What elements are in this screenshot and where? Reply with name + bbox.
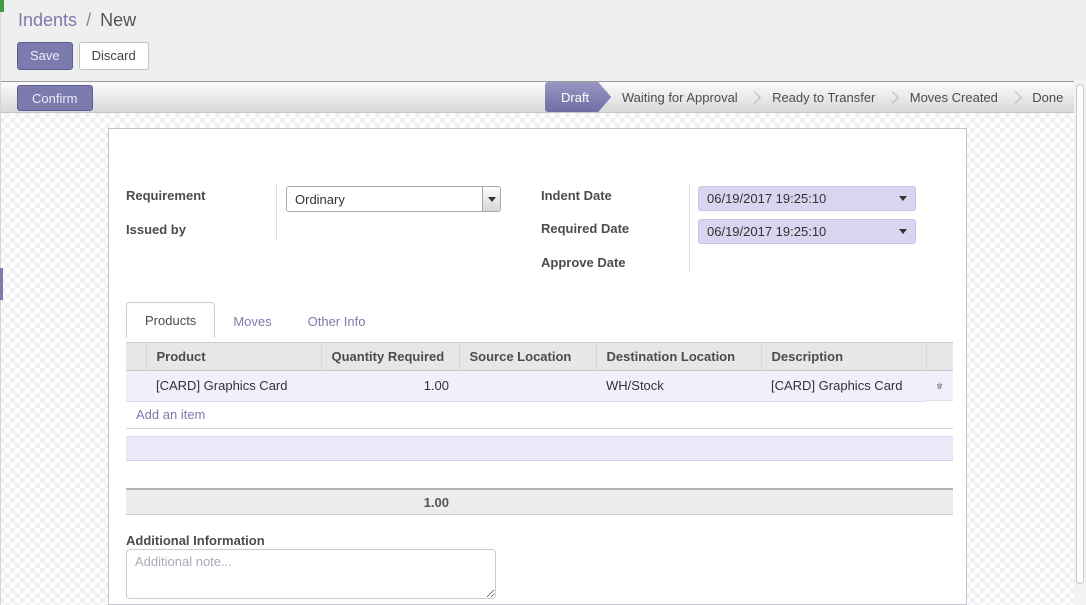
requirement-select[interactable]: Ordinary [286, 186, 501, 212]
row-description-cell[interactable]: [CARD] Graphics Card [761, 371, 926, 402]
row-quantity-cell[interactable]: 1.00 [321, 371, 459, 402]
row-handle-cell [126, 371, 146, 402]
required-date-label: Required Date [541, 221, 629, 236]
notebook-tabs: Products Moves Other Info [126, 302, 953, 338]
left-edge-purple-marker [0, 268, 3, 300]
status-step-draft: Draft [545, 82, 611, 112]
tab-products[interactable]: Products [126, 302, 215, 338]
breadcrumb-indents-link[interactable]: Indents [18, 10, 77, 30]
discard-button[interactable]: Discard [79, 42, 149, 70]
action-bar: Confirm Draft Waiting for Approval Ready… [0, 81, 1086, 113]
row-source-location-cell[interactable] [459, 371, 596, 402]
new-row-strip[interactable] [126, 436, 953, 461]
indent-date-input[interactable]: 06/19/2017 19:25:10 [698, 186, 916, 211]
breadcrumb: Indents / New [18, 10, 136, 31]
caret-down-icon [488, 197, 496, 202]
chevron-separator-icon [886, 91, 899, 104]
products-table-header-row: Product Quantity Required Source Locatio… [126, 343, 953, 371]
confirm-button[interactable]: Confirm [17, 85, 93, 111]
row-destination-location-cell[interactable]: WH/Stock [596, 371, 761, 402]
add-item-row: Add an item [126, 401, 953, 429]
window-left-edge [0, 0, 1, 605]
table-row[interactable]: [CARD] Graphics Card 1.00 WH/Stock [CARD… [126, 371, 953, 402]
status-step-moves-created: Moves Created [899, 82, 1009, 112]
issued-by-label: Issued by [126, 222, 186, 237]
vertical-scrollbar-track[interactable] [1074, 80, 1086, 605]
statusbar: Draft Waiting for Approval Ready to Tran… [545, 82, 1074, 112]
status-step-waiting-for-approval: Waiting for Approval [611, 82, 748, 112]
trash-icon [936, 379, 943, 393]
approve-date-label: Approve Date [541, 255, 626, 270]
vertical-scrollbar-thumb[interactable] [1076, 84, 1084, 584]
destination-location-column-header[interactable]: Destination Location [596, 343, 761, 371]
tab-moves[interactable]: Moves [215, 305, 289, 338]
breadcrumb-separator: / [82, 10, 95, 30]
add-an-item-link[interactable]: Add an item [136, 407, 205, 422]
chevron-separator-icon [1009, 91, 1022, 104]
quantity-required-column-header[interactable]: Quantity Required [321, 343, 459, 371]
app-window: Indents / New Save Discard Confirm Draft… [0, 0, 1086, 605]
form-sheet: Requirement Issued by Ordinary Indent Da… [108, 128, 967, 605]
required-date-input[interactable]: 06/19/2017 19:25:10 [698, 219, 916, 244]
indent-date-value: 06/19/2017 19:25:10 [707, 191, 899, 206]
breadcrumb-current: New [100, 10, 136, 30]
save-button[interactable]: Save [17, 42, 73, 70]
requirement-selected-value: Ordinary [287, 192, 482, 207]
right-group-separator [689, 183, 690, 273]
additional-note-textarea[interactable] [126, 549, 496, 599]
select-dropdown-button[interactable] [482, 187, 500, 211]
source-location-column-header[interactable]: Source Location [459, 343, 596, 371]
caret-down-icon [899, 229, 907, 234]
actions-column-header [926, 343, 953, 371]
tab-other-info[interactable]: Other Info [290, 305, 384, 338]
quantity-total-value: 1.00 [126, 495, 459, 510]
requirement-label: Requirement [126, 188, 205, 203]
status-step-ready-to-transfer: Ready to Transfer [761, 82, 886, 112]
products-table: Product Quantity Required Source Locatio… [126, 342, 953, 402]
quantity-total-bar: 1.00 [126, 488, 953, 515]
page-header: Indents / New Save Discard [0, 0, 1086, 81]
left-group-separator [276, 183, 277, 241]
delete-row-button[interactable] [926, 371, 953, 401]
row-product-cell[interactable]: [CARD] Graphics Card [146, 371, 321, 402]
required-date-value: 06/19/2017 19:25:10 [707, 224, 899, 239]
header-buttons: Save Discard [17, 42, 149, 70]
caret-down-icon [899, 196, 907, 201]
description-column-header[interactable]: Description [761, 343, 926, 371]
handle-column-header [126, 343, 146, 371]
chevron-separator-icon [749, 91, 762, 104]
additional-information-label: Additional Information [126, 533, 265, 548]
corner-green-marker [0, 0, 4, 12]
product-column-header[interactable]: Product [146, 343, 321, 371]
indent-date-label: Indent Date [541, 188, 612, 203]
status-step-done: Done [1022, 82, 1074, 112]
